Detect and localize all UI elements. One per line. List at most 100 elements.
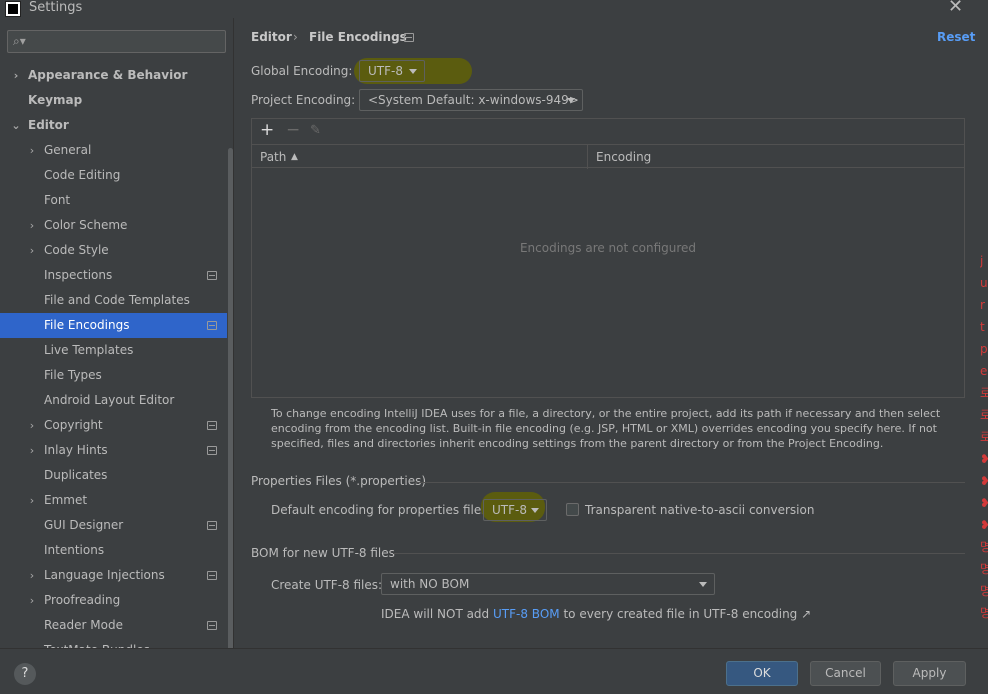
- apply-button[interactable]: Apply: [893, 661, 966, 686]
- sidebar-item-file-code-templates[interactable]: File and Code Templates: [0, 288, 227, 313]
- remove-icon[interactable]: −: [286, 120, 300, 140]
- chevron-right-icon: ›: [29, 419, 35, 432]
- sidebar-item-textmate-bundles[interactable]: TextMate Bundles: [0, 638, 227, 648]
- sidebar-item-label: TextMate Bundles: [44, 638, 150, 648]
- ok-button[interactable]: OK: [726, 661, 798, 686]
- sidebar-item-inspections[interactable]: Inspections: [0, 263, 227, 288]
- chevron-right-icon: ›: [13, 69, 19, 82]
- breadcrumb-editor[interactable]: Editor: [251, 30, 292, 44]
- sidebar-item-color-scheme[interactable]: › Color Scheme: [0, 213, 227, 238]
- sidebar-item-intentions[interactable]: Intentions: [0, 538, 227, 563]
- properties-encoding-label: Default encoding for properties files:: [271, 503, 492, 517]
- chevron-down-icon: [699, 582, 707, 587]
- intellij-app-icon: [5, 1, 21, 17]
- sort-ascending-icon: ▲: [291, 152, 298, 162]
- utf8-bom-link[interactable]: UTF-8 BOM: [493, 607, 560, 621]
- sidebar-item-proofreading[interactable]: › Proofreading: [0, 588, 227, 613]
- transparent-conversion-checkbox[interactable]: [566, 503, 579, 516]
- global-encoding-select[interactable]: UTF-8: [359, 60, 425, 82]
- sidebar-item-duplicates[interactable]: Duplicates: [0, 463, 227, 488]
- sidebar-item-label: GUI Designer: [44, 518, 124, 532]
- sidebar-item-copyright[interactable]: › Copyright: [0, 413, 227, 438]
- sidebar-item-label: File and Code Templates: [44, 293, 190, 307]
- project-scope-icon: [207, 321, 217, 330]
- sidebar-item-label: Android Layout Editor: [44, 393, 175, 407]
- column-header-path[interactable]: Path: [260, 145, 286, 169]
- section-divider: [393, 553, 965, 554]
- reset-link[interactable]: Reset: [937, 30, 975, 44]
- sidebar-item-file-encodings[interactable]: File Encodings: [0, 313, 227, 338]
- bom-note: IDEA will NOT add UTF-8 BOM to every cre…: [381, 607, 811, 621]
- sidebar-item-label: Color Scheme: [44, 218, 128, 232]
- breadcrumb-current: File Encodings: [309, 30, 407, 44]
- project-scope-icon: [207, 621, 217, 630]
- project-encoding-label: Project Encoding:: [251, 93, 356, 107]
- project-scope-icon: [207, 421, 217, 430]
- sidebar-item-label: Font: [44, 193, 71, 207]
- sidebar-item-android-layout-editor[interactable]: Android Layout Editor: [0, 388, 227, 413]
- bom-note-prefix: IDEA will NOT add: [381, 607, 490, 621]
- search-input[interactable]: ⌕▾: [7, 30, 226, 53]
- sidebar-item-label: Intentions: [44, 543, 105, 557]
- section-divider: [415, 482, 965, 483]
- global-encoding-value: UTF-8: [368, 64, 403, 78]
- sidebar-scrollbar[interactable]: [227, 18, 233, 648]
- sidebar-item-font[interactable]: Font: [0, 188, 227, 213]
- sidebar-item-label: Duplicates: [44, 468, 108, 482]
- chevron-right-icon: ›: [29, 144, 35, 157]
- dialog-button-bar: ? OK Cancel Apply: [0, 648, 988, 694]
- sidebar-item-general[interactable]: › General: [0, 138, 227, 163]
- sidebar-item-keymap[interactable]: Keymap: [0, 88, 227, 113]
- project-encoding-select[interactable]: <System Default: x-windows-949>: [359, 89, 583, 111]
- sidebar-item-label: Code Editing: [44, 168, 121, 182]
- close-icon[interactable]: ✕: [948, 0, 963, 17]
- chevron-right-icon: ›: [29, 444, 35, 457]
- chevron-right-icon: ›: [29, 594, 35, 607]
- sidebar-item-gui-designer[interactable]: GUI Designer: [0, 513, 227, 538]
- project-scope-icon: [207, 271, 217, 280]
- chevron-down-icon: [567, 98, 575, 103]
- properties-encoding-select[interactable]: UTF-8: [483, 499, 547, 521]
- sidebar-item-code-editing[interactable]: Code Editing: [0, 163, 227, 188]
- sidebar-item-label: Inlay Hints: [44, 443, 108, 457]
- chevron-right-icon: ›: [29, 244, 35, 257]
- sidebar-item-label: Emmet: [44, 493, 88, 507]
- chevron-down-icon: ⌄: [11, 119, 21, 132]
- add-icon[interactable]: +: [260, 120, 274, 140]
- title-bar: Settings ✕: [0, 0, 988, 18]
- sidebar-item-label: File Encodings: [44, 318, 130, 332]
- global-encoding-label: Global Encoding:: [251, 64, 353, 78]
- sidebar-item-label: Reader Mode: [44, 618, 123, 632]
- properties-section-title: Properties Files (*.properties): [251, 474, 427, 488]
- encodings-table: + − ✎ Path ▲ Encoding Encodings are not …: [251, 118, 965, 398]
- sidebar-item-live-templates[interactable]: Live Templates: [0, 338, 227, 363]
- table-header: Path ▲ Encoding: [252, 144, 964, 169]
- sidebar-scroll-thumb[interactable]: [228, 148, 233, 648]
- sidebar-item-reader-mode[interactable]: Reader Mode: [0, 613, 227, 638]
- sidebar-item-label: Language Injections: [44, 568, 165, 582]
- sidebar-item-label: Appearance & Behavior: [28, 68, 188, 82]
- column-header-encoding[interactable]: Encoding: [596, 145, 651, 169]
- bom-note-suffix: to every created file in UTF-8 encoding: [563, 607, 798, 621]
- chevron-down-icon: [409, 69, 417, 74]
- project-scope-icon: [207, 571, 217, 580]
- sidebar-item-editor[interactable]: ⌄ Editor: [0, 113, 227, 138]
- sidebar-item-inlay-hints[interactable]: › Inlay Hints: [0, 438, 227, 463]
- sidebar-item-file-types[interactable]: File Types: [0, 363, 227, 388]
- sidebar-item-label: Code Style: [44, 243, 109, 257]
- window-title: Settings: [29, 0, 83, 15]
- sidebar-item-appearance-behavior[interactable]: › Appearance & Behavior: [0, 63, 227, 88]
- column-divider[interactable]: [587, 145, 588, 169]
- edit-icon[interactable]: ✎: [310, 123, 321, 138]
- sidebar-item-language-injections[interactable]: › Language Injections: [0, 563, 227, 588]
- bom-select[interactable]: with NO BOM: [381, 573, 715, 595]
- chevron-right-icon: ›: [29, 494, 35, 507]
- sidebar-item-label: Editor: [28, 118, 69, 132]
- cancel-button[interactable]: Cancel: [810, 661, 881, 686]
- chevron-right-icon: ›: [29, 219, 35, 232]
- properties-encoding-value: UTF-8: [492, 503, 527, 517]
- sidebar-item-emmet[interactable]: › Emmet: [0, 488, 227, 513]
- transparent-conversion-label[interactable]: Transparent native-to-ascii conversion: [585, 503, 814, 517]
- sidebar-item-code-style[interactable]: › Code Style: [0, 238, 227, 263]
- help-icon[interactable]: ?: [14, 663, 36, 685]
